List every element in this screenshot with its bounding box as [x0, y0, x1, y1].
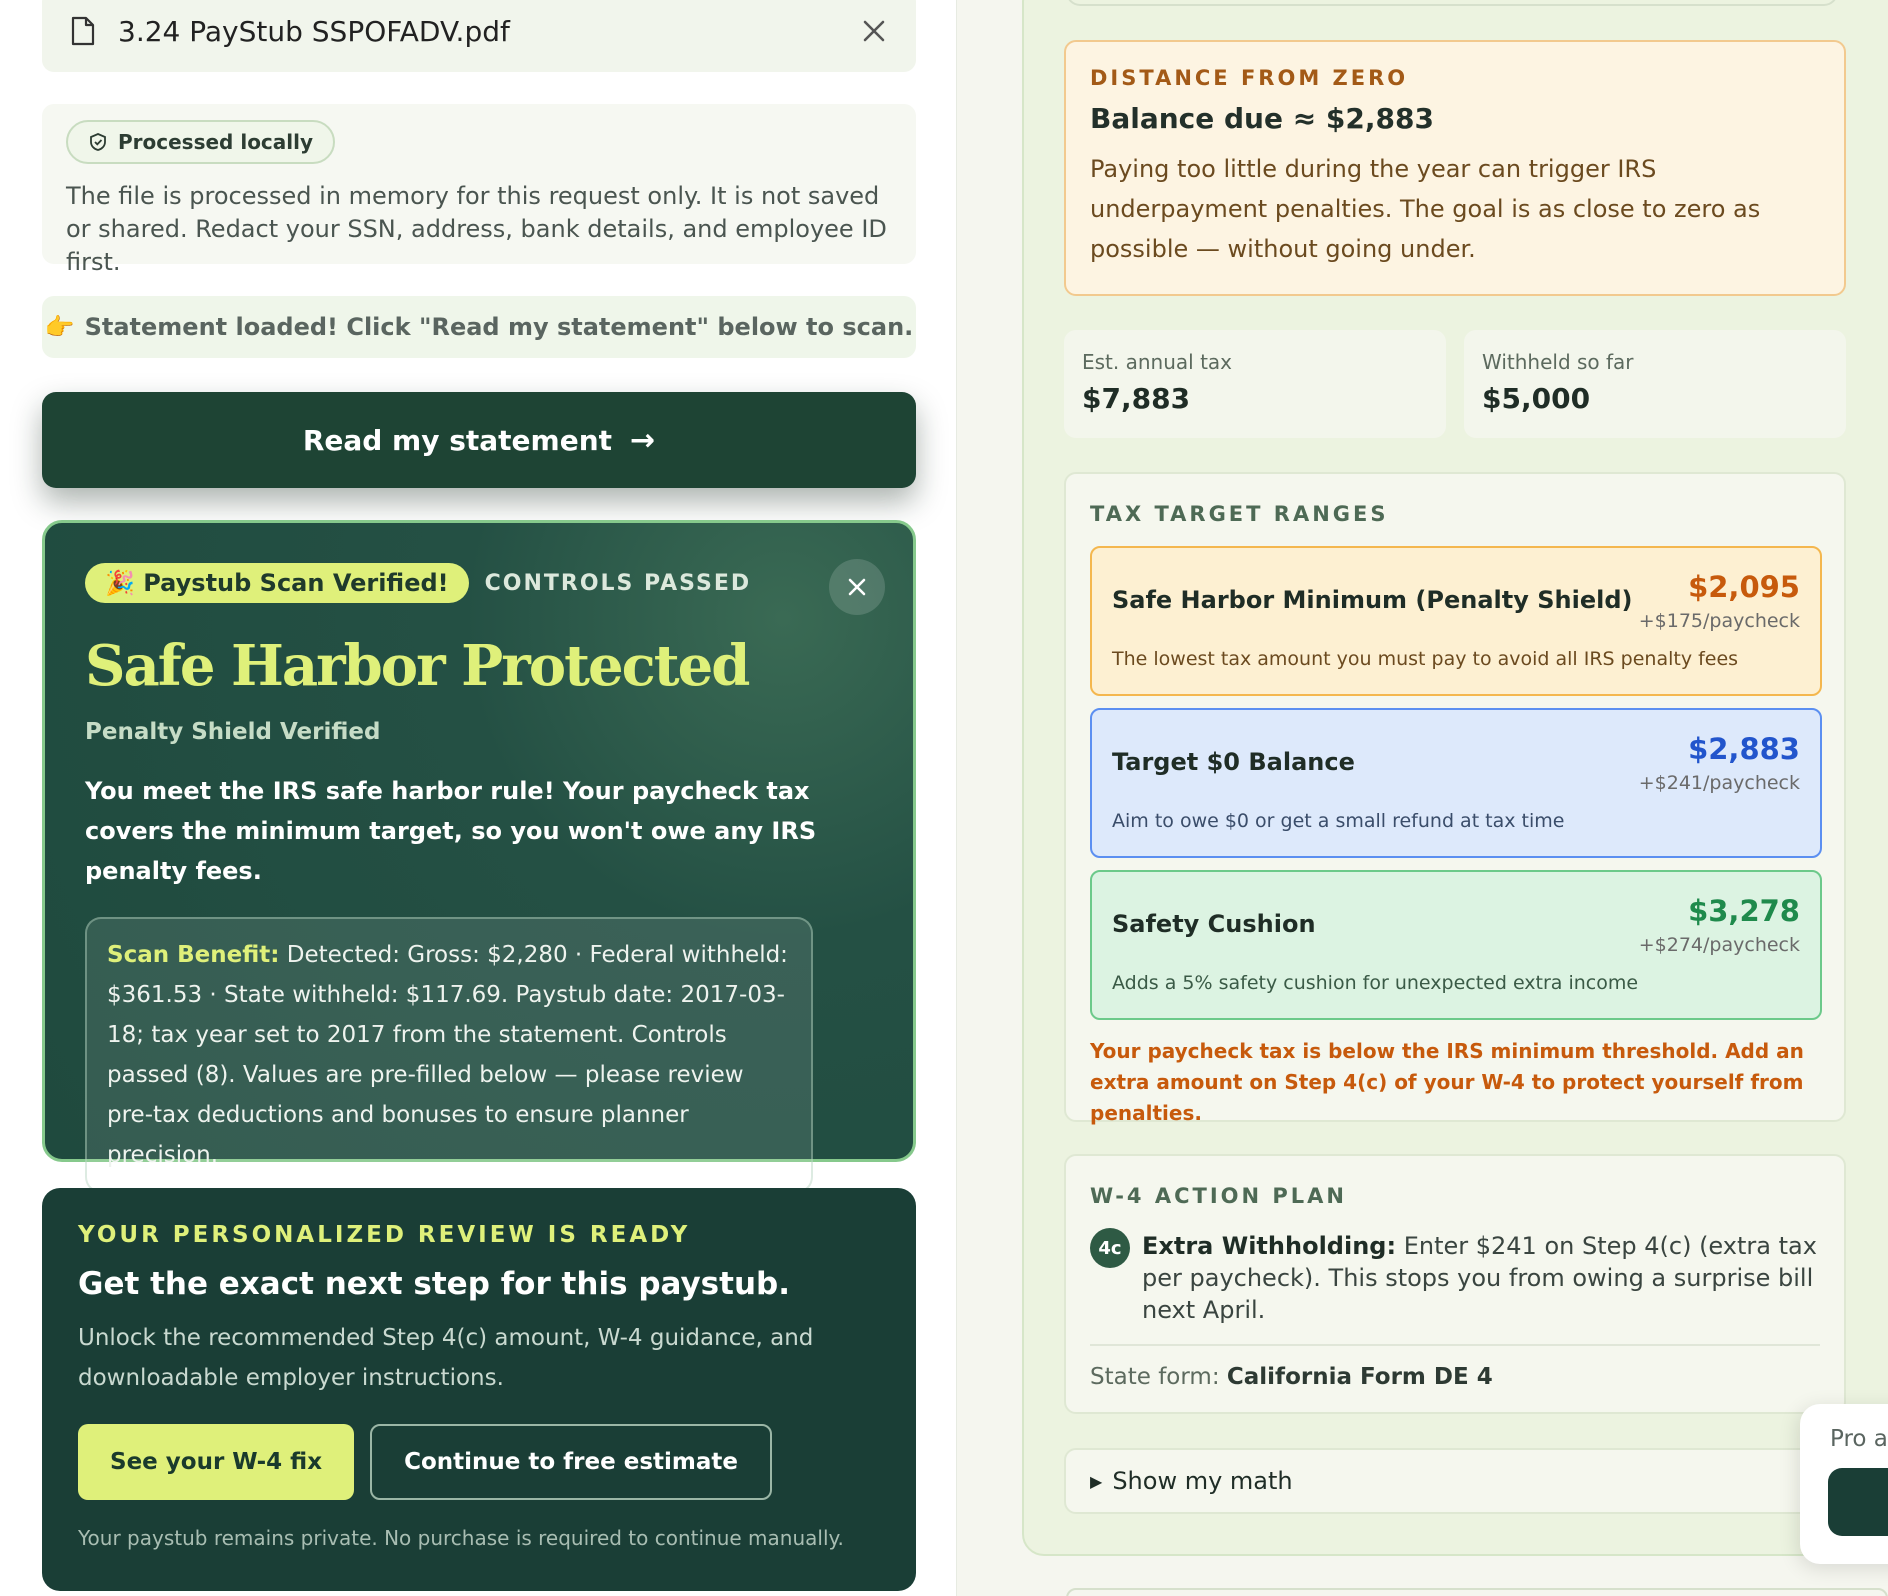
- range-description: Adds a 5% safety cushion for unexpected …: [1112, 972, 1639, 994]
- below-threshold-warning: Your paycheck tax is below the IRS minim…: [1090, 1039, 1804, 1125]
- pro-popup: Pro a: [1800, 1404, 1888, 1564]
- range-target-zero[interactable]: Target $0 Balance $2,883 +$241/paycheck …: [1090, 708, 1822, 858]
- verified-body: You meet the IRS safe harbor rule! Your …: [85, 777, 817, 885]
- scan-benefit-label: Scan Benefit:: [107, 942, 280, 968]
- extra-withholding-label: Extra Withholding:: [1142, 1232, 1397, 1260]
- pro-popup-text: Pro a: [1830, 1426, 1888, 1452]
- privacy-notice: Processed locally The file is processed …: [42, 104, 916, 276]
- continue-free-estimate-button[interactable]: Continue to free estimate: [370, 1424, 772, 1500]
- processed-locally-label: Processed locally: [118, 130, 314, 154]
- scan-benefit-box: Scan Benefit: Detected: Gross: $2,280 · …: [85, 917, 813, 1193]
- review-title: Get the exact next step for this paystub…: [78, 1266, 790, 1302]
- range-per-paycheck: +$175/paycheck: [1638, 610, 1800, 632]
- personalized-review-card: YOUR PERSONALIZED REVIEW IS READY Get th…: [42, 1188, 916, 1591]
- tax-target-ranges-card: TAX TARGET RANGES Safe Harbor Minimum (P…: [1064, 472, 1846, 1125]
- arrow-right-icon: →: [630, 422, 656, 458]
- close-verified-button[interactable]: [829, 559, 885, 615]
- range-amount: $2,095: [1688, 570, 1800, 604]
- withheld-so-far-card: Withheld so far $5,000: [1464, 330, 1846, 438]
- show-math-label: Show my math: [1112, 1467, 1293, 1495]
- verified-title: Safe Harbor Protected: [85, 633, 750, 699]
- panel-bottom-strip: [1066, 1588, 1888, 1596]
- stat-label: Est. annual tax: [1082, 350, 1232, 374]
- state-form-label: State form:: [1090, 1364, 1227, 1390]
- pointing-hand-icon: 👉: [44, 313, 75, 341]
- balance-due: Balance due ≈ $2,883: [1090, 102, 1434, 135]
- range-safe-harbor[interactable]: Safe Harbor Minimum (Penalty Shield) $2,…: [1090, 546, 1822, 696]
- document-icon: [71, 16, 95, 46]
- scan-verified-badge: 🎉 Paystub Scan Verified!: [85, 563, 469, 603]
- extra-withholding-text: Extra Withholding: Enter $241 on Step 4(…: [1142, 1230, 1820, 1326]
- distance-body: Paying too little during the year can tr…: [1090, 155, 1761, 263]
- status-text: Statement loaded! Click "Read my stateme…: [84, 313, 914, 341]
- file-name: 3.24 PayStub SSPOFADV.pdf: [118, 14, 510, 48]
- review-footer: Your paystub remains private. No purchas…: [78, 1526, 844, 1550]
- stat-value: $7,883: [1082, 382, 1191, 415]
- pro-popup-button[interactable]: [1828, 1468, 1888, 1536]
- distance-from-zero-card: DISTANCE FROM ZERO Balance due ≈ $2,883 …: [1064, 40, 1846, 296]
- range-description: The lowest tax amount you must pay to av…: [1112, 648, 1739, 670]
- range-description: Aim to owe $0 or get a small refund at t…: [1112, 810, 1565, 832]
- range-amount: $2,883: [1688, 732, 1800, 766]
- uploaded-file-card: 3.24 PayStub SSPOFADV.pdf: [42, 0, 916, 72]
- range-name: Safety Cushion: [1112, 910, 1316, 938]
- ranges-eyebrow: TAX TARGET RANGES: [1090, 502, 1389, 526]
- review-body: Unlock the recommended Step 4(c) amount,…: [78, 1325, 814, 1391]
- range-name: Target $0 Balance: [1112, 748, 1355, 776]
- panel-top-strip: [1066, 0, 1838, 6]
- review-eyebrow: YOUR PERSONALIZED REVIEW IS READY: [78, 1222, 691, 1248]
- see-w4-fix-button[interactable]: See your W-4 fix: [78, 1424, 355, 1500]
- state-form-value: California Form DE 4: [1226, 1364, 1493, 1390]
- read-my-statement-button[interactable]: Read my statement →: [42, 392, 916, 488]
- divider: [1090, 1344, 1820, 1346]
- controls-passed-label: CONTROLS PASSED: [484, 570, 752, 596]
- range-per-paycheck: +$241/paycheck: [1638, 772, 1800, 794]
- triangle-right-icon: ▶: [1090, 1471, 1103, 1491]
- range-safety-cushion[interactable]: Safety Cushion $3,278 +$274/paycheck Add…: [1090, 870, 1822, 1020]
- w4-action-plan-card: W-4 ACTION PLAN 4c Extra Withholding: En…: [1064, 1154, 1846, 1414]
- show-my-math-toggle[interactable]: ▶ Show my math: [1064, 1448, 1846, 1514]
- verified-subtitle: Penalty Shield Verified: [85, 719, 381, 745]
- read-button-label: Read my statement: [302, 423, 613, 457]
- safe-harbor-verified-card: 🎉 Paystub Scan Verified! CONTROLS PASSED…: [42, 520, 916, 1193]
- stat-label: Withheld so far: [1482, 350, 1634, 374]
- status-banner: 👉 Statement loaded! Click "Read my state…: [42, 296, 916, 358]
- processed-locally-pill: Processed locally: [66, 120, 336, 164]
- close-icon[interactable]: [860, 17, 888, 45]
- privacy-text: The file is processed in memory for this…: [66, 182, 887, 276]
- close-icon: [848, 578, 866, 596]
- range-amount: $3,278: [1688, 894, 1800, 928]
- action-plan-eyebrow: W-4 ACTION PLAN: [1090, 1184, 1347, 1208]
- shield-icon: [90, 133, 106, 151]
- stat-value: $5,000: [1482, 382, 1591, 415]
- est-annual-tax-card: Est. annual tax $7,883: [1064, 330, 1446, 438]
- distance-eyebrow: DISTANCE FROM ZERO: [1090, 66, 1409, 90]
- scan-benefit-text: Detected: Gross: $2,280 · Federal withhe…: [107, 942, 788, 1168]
- state-form-line: State form: California Form DE 4: [1090, 1364, 1820, 1390]
- step-4c-badge: 4c: [1090, 1228, 1130, 1268]
- range-per-paycheck: +$274/paycheck: [1638, 934, 1800, 956]
- range-name: Safe Harbor Minimum (Penalty Shield): [1112, 586, 1633, 614]
